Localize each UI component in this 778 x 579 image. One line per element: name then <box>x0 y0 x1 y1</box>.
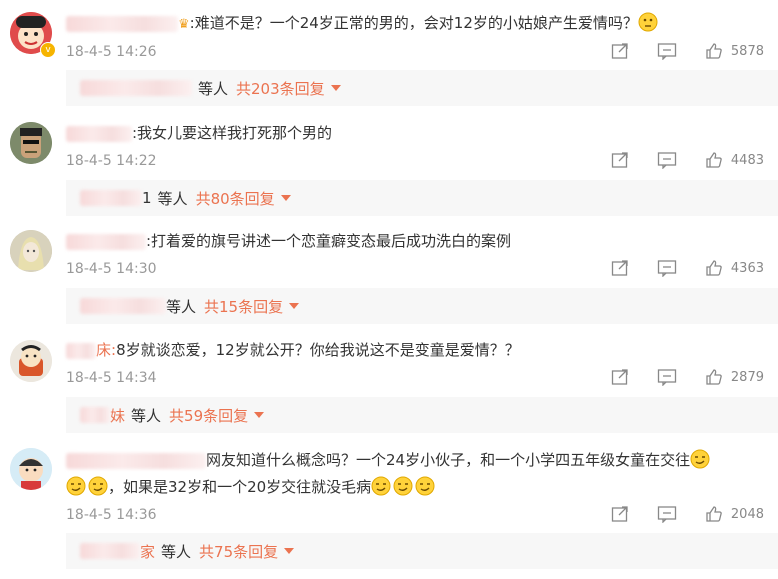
comment-text-line1: 网友知道什么概念吗？一个24岁小伙子，和一个小学四五年级女童在交往 <box>206 451 691 469</box>
like-count: 2048 <box>730 506 764 522</box>
view-replies-link[interactable]: 共15条回复 <box>204 296 283 317</box>
replies-suffix: 等人 <box>198 79 229 98</box>
timestamp: 18-4-5 14:30 <box>66 261 157 277</box>
crown-icon: ♛ <box>178 17 190 32</box>
like-button[interactable]: 2048 <box>705 505 764 523</box>
replies-suffix: 等人 <box>161 542 192 561</box>
timestamp: 18-4-5 14:34 <box>66 370 157 386</box>
avatar[interactable] <box>10 448 52 490</box>
share-icon <box>611 152 628 168</box>
thumbs-up-icon <box>706 260 722 276</box>
replier-name-tail: 家 <box>140 542 156 561</box>
comment-text-line2: ，如果是32岁和一个20岁交往就没毛病 <box>108 478 372 496</box>
comment-icon <box>657 43 677 60</box>
replier-blurred <box>80 543 140 559</box>
view-replies-link[interactable]: 共75条回复 <box>199 541 278 562</box>
comment-text: 8岁就谈恋爱，12岁就公开？你给我说这不是变童是爱情？？ <box>116 341 520 359</box>
like-button[interactable]: 2879 <box>705 368 764 386</box>
like-count: 5878 <box>730 43 764 59</box>
replies-bar[interactable]: 妹 等人 共59条回复 <box>66 397 778 433</box>
replier-name-tail: 1 <box>142 189 152 207</box>
replies-suffix: 等人 <box>157 189 188 208</box>
share-button[interactable] <box>611 505 629 523</box>
share-button[interactable] <box>611 42 629 60</box>
avatar[interactable] <box>10 340 52 382</box>
smirk-emoji-icon <box>66 476 86 496</box>
share-icon <box>611 506 628 522</box>
verified-badge-icon: v <box>40 42 56 58</box>
thinking-emoji-icon <box>638 12 658 32</box>
comment-text-line: 网友知道什么概念吗？一个24岁小伙子，和一个小学四五年级女童在交往 <box>66 449 710 471</box>
like-button[interactable]: 5878 <box>705 42 764 60</box>
smirk-emoji-icon <box>88 476 108 496</box>
view-replies-link[interactable]: 共80条回复 <box>196 188 275 209</box>
comment-button[interactable] <box>657 259 677 277</box>
comment-button[interactable] <box>657 151 677 169</box>
like-button[interactable]: 4483 <box>705 151 764 169</box>
replies-bar[interactable]: 1 等人 共80条回复 <box>66 180 778 216</box>
comment-text: :打着爱的旗号讲述一个恋童癖变态最后成功洗白的案例 <box>146 232 512 250</box>
view-replies-link[interactable]: 共59条回复 <box>169 405 248 426</box>
caret-down-icon <box>280 195 291 201</box>
username-tail[interactable]: 床: <box>96 341 116 359</box>
share-icon <box>611 43 628 59</box>
username-blurred[interactable] <box>66 15 178 32</box>
timestamp: 18-4-5 14:26 <box>66 44 157 60</box>
share-button[interactable] <box>611 151 629 169</box>
replies-bar[interactable]: 家 等人 共75条回复 <box>66 533 778 569</box>
share-button[interactable] <box>611 368 629 386</box>
like-button[interactable]: 4363 <box>705 259 764 277</box>
replier-blurred <box>80 80 192 96</box>
caret-down-icon <box>284 548 295 554</box>
username-blurred[interactable] <box>66 233 146 250</box>
smirk-emoji-icon <box>393 476 413 496</box>
smirk-emoji-icon <box>690 449 710 469</box>
like-count: 4363 <box>730 260 764 276</box>
thumbs-up-icon <box>706 369 722 385</box>
username-blurred[interactable] <box>66 125 132 142</box>
comment-text: :我女儿要这样我打死那个男的 <box>132 124 333 142</box>
caret-down-icon <box>289 303 300 309</box>
timestamp: 18-4-5 14:22 <box>66 153 157 169</box>
share-button[interactable] <box>611 259 629 277</box>
like-count: 4483 <box>730 152 764 168</box>
comment-button[interactable] <box>657 368 677 386</box>
comment-text-line: ，如果是32岁和一个20岁交往就没毛病 <box>66 476 435 498</box>
avatar[interactable] <box>10 122 52 164</box>
replies-suffix: 等人 <box>166 297 197 316</box>
comment-text-line: 床:8岁就谈恋爱，12岁就公开？你给我说这不是变童是爱情？？ <box>66 339 520 361</box>
username-blurred[interactable] <box>66 452 206 469</box>
comment-button[interactable] <box>657 505 677 523</box>
comment-icon <box>657 506 677 523</box>
smirk-emoji-icon <box>371 476 391 496</box>
replier-blurred <box>80 298 166 314</box>
thumbs-up-icon <box>706 506 722 522</box>
replies-bar[interactable]: 等人 共203条回复 <box>66 70 778 106</box>
timestamp: 18-4-5 14:36 <box>66 507 157 523</box>
like-count: 2879 <box>730 369 764 385</box>
replier-blurred <box>80 190 142 206</box>
comment-text: :难道不是？一个24岁正常的男的，会对12岁的小姑娘产生爱情吗？ <box>189 14 638 32</box>
comment-icon <box>657 260 677 277</box>
thumbs-up-icon <box>706 152 722 168</box>
caret-down-icon <box>254 412 265 418</box>
replier-name-tail: 妹 <box>110 406 126 425</box>
avatar[interactable] <box>10 230 52 272</box>
thumbs-up-icon <box>706 43 722 59</box>
comment-button[interactable] <box>657 42 677 60</box>
replies-bar[interactable]: 等人 共15条回复 <box>66 288 778 324</box>
comment-icon <box>657 152 677 169</box>
comment-text-line: :打着爱的旗号讲述一个恋童癖变态最后成功洗白的案例 <box>66 230 511 252</box>
comment-text-line: ♛:难道不是？一个24岁正常的男的，会对12岁的小姑娘产生爱情吗？ <box>66 12 658 36</box>
smirk-emoji-icon <box>415 476 435 496</box>
replies-suffix: 等人 <box>131 406 162 425</box>
share-icon <box>611 369 628 385</box>
comment-icon <box>657 369 677 386</box>
share-icon <box>611 260 628 276</box>
replier-blurred <box>80 407 110 423</box>
caret-down-icon <box>330 85 341 91</box>
comment-text-line: :我女儿要这样我打死那个男的 <box>66 122 332 144</box>
username-blurred[interactable] <box>66 342 96 359</box>
view-replies-link[interactable]: 共203条回复 <box>236 78 325 99</box>
